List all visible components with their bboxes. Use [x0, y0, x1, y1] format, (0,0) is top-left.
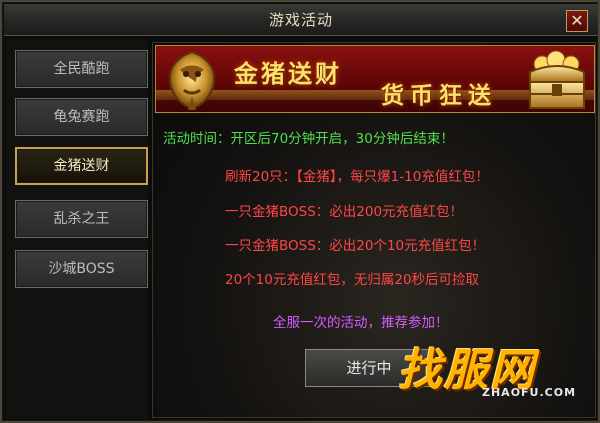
sidebar-item-guitu-saipao[interactable]: 龟兔赛跑	[15, 98, 148, 136]
close-icon: ✕	[570, 11, 584, 30]
reward-line-4: 20个10元充值红包，无归属20秒后可捡取	[225, 272, 480, 288]
site-watermark: 找服网 ZHAOFU.COM	[392, 332, 592, 422]
window-title: 游戏活动	[268, 11, 333, 29]
sidebar-item-jinzhu-songcai[interactable]: 金猪送财	[15, 147, 148, 185]
watermark-url: ZHAOFU.COM	[482, 386, 577, 399]
treasure-chest-icon	[529, 50, 585, 109]
banner-title-right: 货币狂送	[381, 82, 497, 109]
sidebar-item-quanmin-kupao[interactable]: 全民酷跑	[15, 50, 148, 88]
banner-title-left: 金猪送财	[234, 59, 342, 88]
golden-dragon-emblem	[168, 50, 216, 110]
reward-line-3: 一只金猪BOSS：必出20个10元充值红包！	[225, 238, 486, 254]
recommend-text: 全服一次的活动，推荐参加！	[273, 315, 449, 331]
reward-line-1: 刷新20只：【金猪】，每只爆1-10充值红包！	[225, 169, 489, 185]
close-button[interactable]: ✕	[566, 10, 588, 32]
sidebar-item-shacheng-boss[interactable]: 沙城BOSS	[15, 250, 148, 288]
activity-sidebar: 全民酷跑 龟兔赛跑 金猪送财 乱杀之王 沙城BOSS	[6, 39, 148, 419]
activity-time-text: 活动时间：开区后70分钟开启，30分钟后结束！	[163, 131, 454, 147]
activity-window: 游戏活动 ✕ 全民酷跑 龟兔赛跑 金猪送财 乱杀之王 沙城BOSS 金猪送财 货…	[0, 0, 600, 423]
activity-banner: 金猪送财 货币狂送	[155, 45, 595, 113]
sidebar-item-luansha-zhiwang[interactable]: 乱杀之王	[15, 200, 148, 238]
title-bar: 游戏活动 ✕	[4, 4, 598, 36]
reward-line-2: 一只金猪BOSS：必出200元充值红包！	[225, 204, 464, 220]
